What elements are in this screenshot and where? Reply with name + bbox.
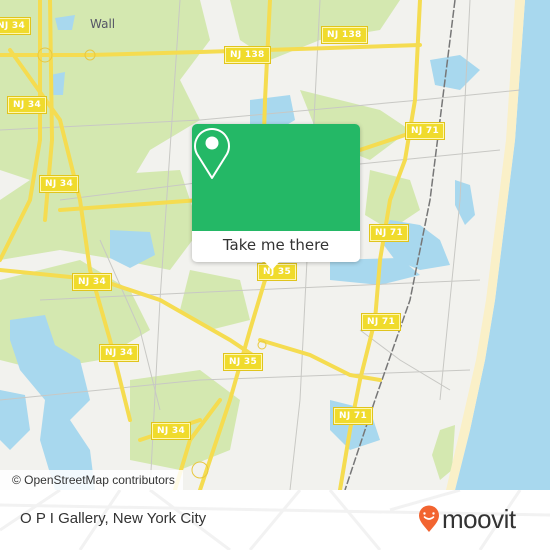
footer-bar: O P I Gallery, New York City moovit bbox=[0, 490, 550, 550]
moovit-pin-icon bbox=[419, 505, 439, 532]
road-shield: NJ 34 bbox=[100, 345, 139, 361]
take-me-there-button[interactable]: Take me there bbox=[192, 231, 360, 262]
moovit-wordmark: moovit bbox=[442, 503, 516, 534]
road-shield: NJ 34 bbox=[40, 176, 79, 192]
road-shield: NJ 71 bbox=[334, 408, 373, 424]
road-shield: NJ 34 bbox=[0, 18, 31, 34]
road-shield: NJ 71 bbox=[370, 225, 409, 241]
map-pin-icon bbox=[194, 128, 230, 179]
map-attribution[interactable]: © OpenStreetMap contributors bbox=[0, 470, 183, 490]
place-label-wall: Wall bbox=[90, 17, 116, 31]
popup-header bbox=[192, 124, 360, 231]
place-name: O P I Gallery, New York City bbox=[20, 510, 207, 527]
popup-pointer bbox=[264, 261, 280, 270]
road-shield: NJ 71 bbox=[362, 314, 401, 330]
road-shield: NJ 35 bbox=[224, 354, 263, 370]
road-shield: NJ 138 bbox=[225, 47, 270, 63]
moovit-logo[interactable]: moovit bbox=[418, 504, 516, 534]
road-shield: NJ 34 bbox=[152, 423, 191, 439]
road-shield: NJ 34 bbox=[8, 97, 47, 113]
map-view[interactable]: Wall NJ 34 NJ 138 NJ 138 NJ 34 NJ 71 NJ … bbox=[0, 0, 550, 490]
road-shield: NJ 71 bbox=[406, 123, 445, 139]
directions-popup: Take me there bbox=[192, 124, 360, 270]
road-shield: NJ 34 bbox=[73, 274, 112, 290]
road-shield: NJ 138 bbox=[322, 27, 367, 43]
